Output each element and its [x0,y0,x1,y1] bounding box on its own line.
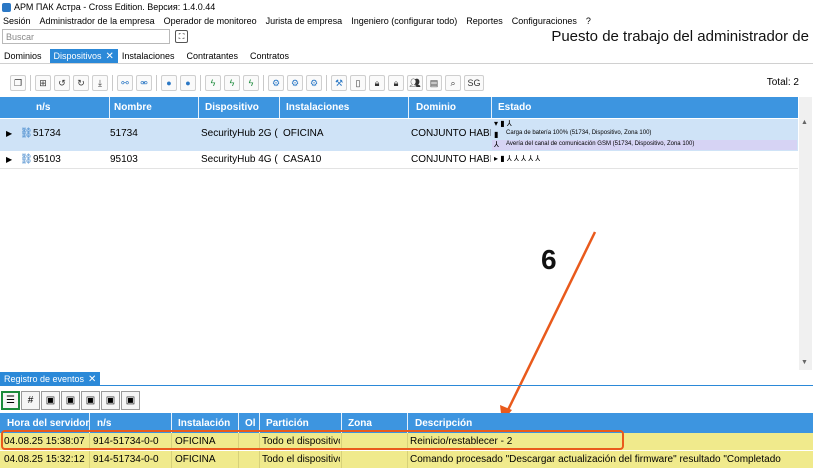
close-icon[interactable]: ✕ [88,374,96,385]
col-ol[interactable]: Ol [245,418,256,429]
sliders-icon: ☰ [6,394,15,406]
col-descripcion[interactable]: Descripción [415,418,472,429]
col-particion[interactable]: Partición [266,418,309,429]
annotation-highlight [1,430,624,450]
hash-button[interactable]: # [21,390,40,410]
col-zona[interactable]: Zona [348,418,372,429]
cell-ns: 914-51734-0-0 [93,454,159,465]
col-ns[interactable]: n/s [97,418,111,429]
col-hora[interactable]: Hora del servidor [7,418,89,429]
column-divider [238,451,239,468]
layers-icon: ▣ [85,394,96,406]
column-divider [407,451,408,468]
layers-icon: ▣ [105,394,116,406]
layers-icon: ▣ [125,394,136,406]
col-instalacion[interactable]: Instalación [178,418,230,429]
events-toolbar: ☰ # ▣ ▣ ▣ ▣ ▣ [0,389,141,411]
tab-registro-eventos[interactable]: Registro de eventos ✕ [0,372,101,386]
table-row[interactable]: 04.08.25 15:32:12 914-51734-0-0 OFICINA … [0,451,813,468]
column-divider [341,451,342,468]
cell-hora: 04.08.25 15:32:12 [4,454,85,465]
cell-instalacion: OFICINA [175,454,216,465]
tab-label: Registro de eventos [4,374,85,384]
cell-descripcion: Comando procesado "Descargar actualizaci… [410,454,781,465]
view-button-5[interactable]: ▣ [121,390,140,410]
column-divider [259,451,260,468]
layers-icon: ▣ [65,394,76,406]
panel-divider [0,385,813,386]
cell-particion: Todo el dispositivo [262,454,340,465]
column-divider [171,451,172,468]
view-button-3[interactable]: ▣ [81,390,100,410]
view-button-4[interactable]: ▣ [101,390,120,410]
layers-icon: ▣ [45,394,56,406]
hash-icon: # [27,394,34,406]
column-divider [89,451,90,468]
view-button-2[interactable]: ▣ [61,390,80,410]
view-button-1[interactable]: ▣ [41,390,60,410]
filter-button[interactable]: ☰ [1,390,20,410]
